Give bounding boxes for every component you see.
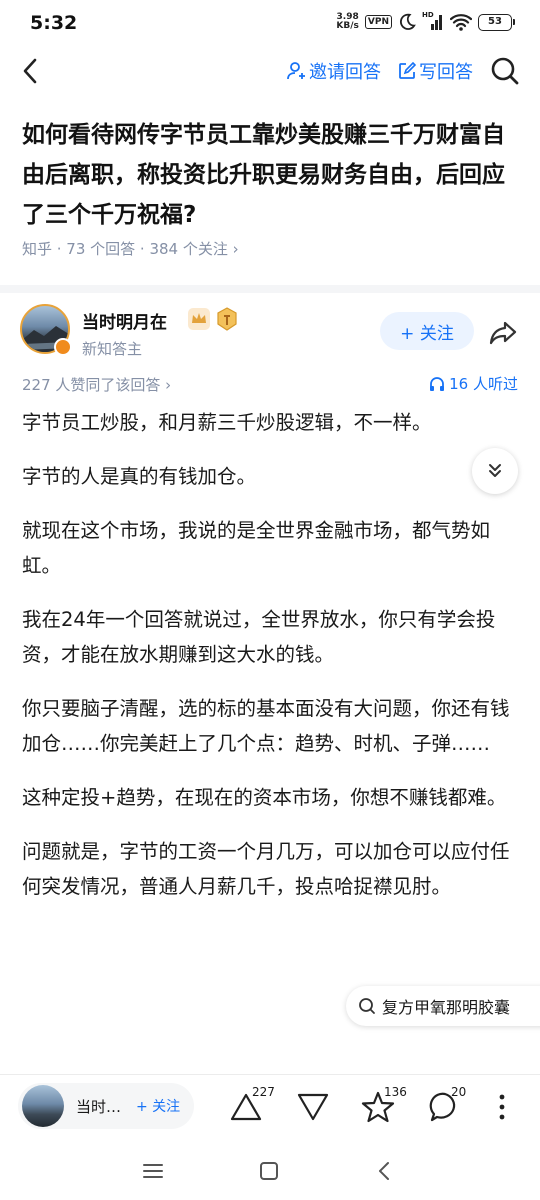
answer-paragraph: 这种定投+趋势，在现在的资本市场，你想不赚钱都难。 <box>22 786 507 809</box>
status-time: 5:32 <box>30 12 78 34</box>
answer-body[interactable]: 字节员工炒股，和月薪三千炒股逻辑，不一样。 字节的人是真的有钱加仓。 就现在这个… <box>22 405 522 923</box>
wifi-icon <box>450 14 472 31</box>
answer-paragraph: 问题就是，字节的工资一个月几万，可以加仓可以应付任何突发情况，普通人月薪几千，投… <box>22 840 510 898</box>
more-options-icon[interactable] <box>484 1089 520 1125</box>
listen-count[interactable]: 16 人听过 <box>429 373 518 394</box>
menu-icon[interactable] <box>139 1157 167 1185</box>
search-icon[interactable] <box>488 54 522 88</box>
home-square-icon[interactable] <box>255 1157 283 1185</box>
expand-button[interactable] <box>472 448 518 494</box>
mini-follow-button[interactable]: + 关注 <box>136 1096 180 1116</box>
bottom-action-bar: 当时… + 关注 227 136 20 <box>0 1074 540 1140</box>
vpn-badge: VPN <box>364 15 392 29</box>
answer-paragraph: 你只要脑子清醒，选的标的基本面没有大问题，你还有钱加仓……你完美赶上了几个点：趋… <box>22 697 510 755</box>
double-chevron-down-icon <box>489 464 501 477</box>
person-add-icon <box>287 62 305 80</box>
search-icon <box>359 998 375 1014</box>
avatar-flower-badge <box>54 338 72 356</box>
answer-paragraph: 字节员工炒股，和月薪三千炒股逻辑，不一样。 <box>22 411 432 434</box>
invite-answer-label: 邀请回答 <box>309 62 381 83</box>
author-subtitle: 新知答主 <box>82 340 143 358</box>
search-suggestion-chip[interactable]: 复方甲氧那明胶囊 <box>346 986 540 1026</box>
system-nav-bar <box>0 1140 540 1200</box>
follow-button[interactable]: + 关注 <box>380 312 474 350</box>
answer-paragraph: 字节的人是真的有钱加仓。 <box>22 465 257 488</box>
mini-author-avatar[interactable] <box>22 1085 64 1127</box>
upvote-count: 227 <box>252 1085 275 1099</box>
edit-icon <box>399 62 416 79</box>
headphones-icon <box>430 376 445 391</box>
share-icon[interactable] <box>486 315 520 349</box>
signal-tag: HD <box>422 11 434 19</box>
favorite-count: 136 <box>384 1085 407 1099</box>
section-divider <box>0 285 540 293</box>
search-suggestion-text: 复方甲氧那明胶囊 <box>382 998 511 1017</box>
author-name[interactable]: 当时明月在 <box>82 308 167 333</box>
status-bar: 5:32 3.98 KB/s VPN HD 53 <box>0 0 540 48</box>
invite-answer-button[interactable]: 邀请回答 <box>286 58 381 84</box>
network-speed-unit: KB/s <box>336 21 359 31</box>
gold-medal-icon[interactable] <box>216 307 238 331</box>
agree-count-link[interactable]: 227 人赞同了该回答 › <box>22 374 171 395</box>
system-back-icon[interactable] <box>371 1157 399 1185</box>
moon-icon <box>399 13 416 30</box>
signal-icon: HD <box>422 11 444 31</box>
write-answer-label: 写回答 <box>419 62 473 83</box>
question-meta[interactable]: 知乎 · 73 个回答 · 384 个关注 › <box>22 238 239 259</box>
mini-author-name: 当时… <box>76 1097 122 1116</box>
battery-indicator: 53 <box>478 13 515 31</box>
network-speed: 3.98 KB/s <box>336 13 358 31</box>
downvote-icon[interactable] <box>295 1089 331 1125</box>
back-icon[interactable] <box>14 54 48 88</box>
question-title[interactable]: 如何看待网传字节员工靠炒美股赚三千万财富自由后离职，称投资比升职更易财务自由，后… <box>22 115 522 235</box>
write-answer-button[interactable]: 写回答 <box>398 58 473 84</box>
answer-paragraph: 我在24年一个回答就说过，全世界放水，你只有学会投资，才能在放水期赚到这大水的钱… <box>22 608 496 666</box>
nav-bar: 邀请回答 写回答 <box>0 48 540 94</box>
listen-count-text: 16 人听过 <box>449 375 518 393</box>
status-icons: 3.98 KB/s VPN HD 53 <box>336 11 515 31</box>
comment-count: 20 <box>451 1085 467 1099</box>
mini-author-card[interactable]: 当时… + 关注 <box>18 1083 194 1129</box>
answer-paragraph: 就现在这个市场，我说的是全世界金融市场，都气势如虹。 <box>22 519 491 577</box>
crown-badge-icon[interactable] <box>188 308 210 330</box>
